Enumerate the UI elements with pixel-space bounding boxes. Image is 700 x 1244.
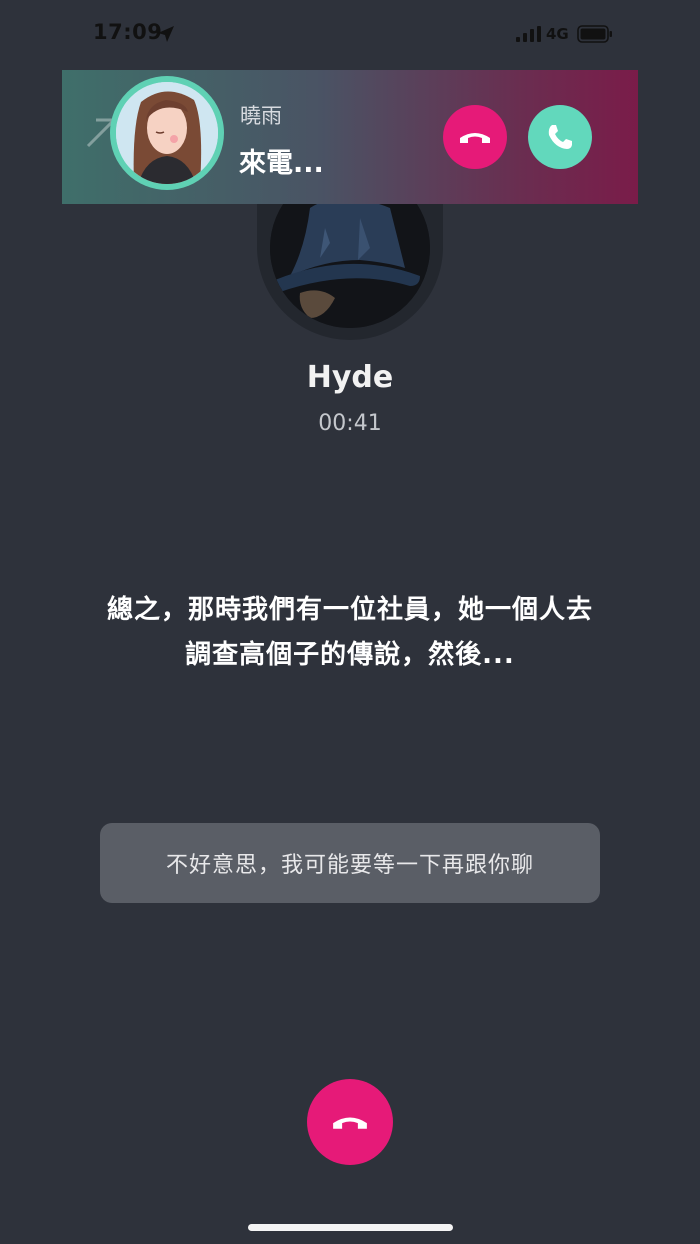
contact-name: Hyde	[306, 360, 394, 395]
network-label: 4G	[546, 25, 569, 43]
reply-option-button[interactable]: 不好意思，我可能要等一下再跟你聊	[100, 823, 600, 903]
battery-icon	[577, 25, 612, 43]
hangup-button[interactable]	[307, 1079, 393, 1165]
call-transcript: 總之，那時我們有一位社員，她一個人去 調查高個子的傳說，然後...	[60, 588, 640, 678]
status-time: 17:09	[93, 20, 163, 44]
phone-hangup-icon	[460, 133, 490, 143]
location-arrow-icon	[158, 26, 174, 42]
signal-bars-icon	[516, 26, 541, 42]
phone-hangup-icon	[333, 1117, 367, 1129]
caller-avatar	[110, 76, 224, 190]
status-bar: 17:09 4G	[0, 0, 700, 70]
caller-avatar-image	[116, 82, 218, 184]
accept-call-button[interactable]	[528, 105, 592, 169]
caller-name: 曉雨	[240, 104, 282, 128]
home-indicator[interactable]	[248, 1224, 453, 1231]
transcript-line: 調查高個子的傳說，然後...	[185, 640, 515, 670]
phone-accept-icon	[548, 125, 572, 149]
incoming-call-status: 來電...	[239, 148, 324, 179]
transcript-line: 總之，那時我們有一位社員，她一個人去	[106, 595, 593, 625]
decline-call-button[interactable]	[443, 105, 507, 169]
call-duration: 00:41	[318, 411, 382, 436]
incoming-call-banner[interactable]: 曉雨 來電...	[62, 70, 638, 204]
